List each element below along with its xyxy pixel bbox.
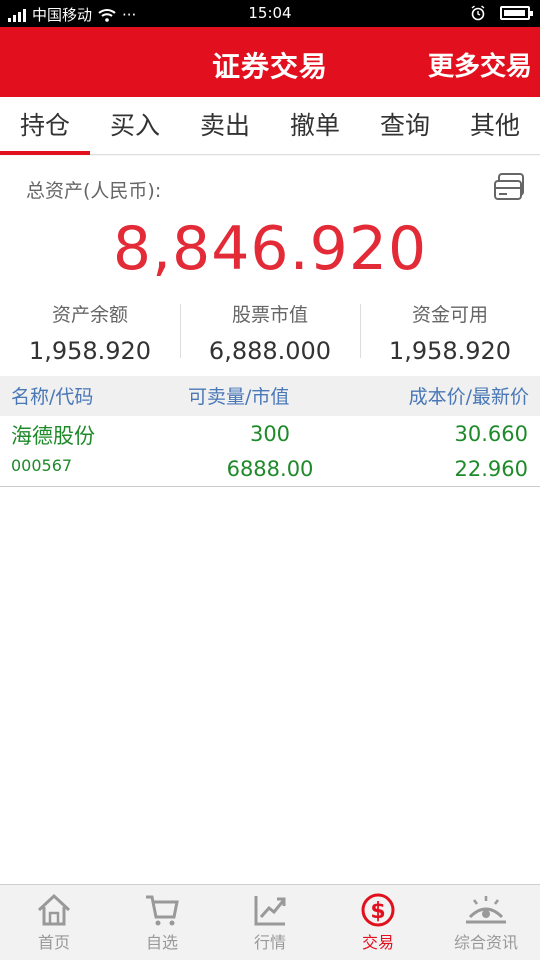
stock-market-value: 股票市值 6,888.000 (180, 298, 360, 368)
dollar-icon: $ (361, 893, 395, 927)
table-row[interactable]: 海德股份 000567 300 6888.00 30.660 22.960 (0, 416, 540, 487)
nav-news[interactable]: 综合资讯 (432, 885, 540, 960)
nav-watchlist-label: 自选 (145, 933, 178, 952)
nav-market-label: 行情 (253, 933, 286, 952)
stock-name: 海德股份 (11, 424, 95, 448)
asset-balance: 资产余额 1,958.920 (0, 298, 180, 368)
alarm-icon (471, 5, 485, 21)
bank-card-icon[interactable] (493, 172, 525, 202)
status-bar: 中国移动 ··· 15:04 (0, 0, 540, 27)
chart-icon (254, 896, 286, 926)
clock: 15:04 (248, 4, 292, 22)
sellable-quantity: 300 (249, 422, 291, 446)
asset-balance-value: 1,958.920 (28, 337, 152, 365)
total-assets-label: 总资产(人民币): (26, 180, 162, 202)
latest-price: 22.960 (454, 457, 528, 481)
available-funds: 资金可用 1,958.920 (360, 298, 540, 368)
trade-tabs: 持仓 买入 卖出 撤单 查询 其他 (0, 97, 540, 155)
home-icon (37, 893, 71, 926)
nav-trade[interactable]: $ 交易 (324, 885, 432, 960)
column-sellable-value: 可卖量/市值 (188, 386, 290, 408)
tab-other[interactable]: 其他 (450, 97, 540, 154)
tab-query[interactable]: 查询 (360, 97, 450, 154)
empty-area (0, 487, 540, 884)
tab-sell[interactable]: 卖出 (180, 97, 270, 154)
tab-cancel[interactable]: 撤单 (270, 97, 360, 154)
app-header: 证券交易 更多交易 (0, 27, 540, 97)
stock-market-value-label: 股票市值 (231, 304, 308, 326)
nav-watchlist[interactable]: 自选 (108, 885, 216, 960)
asset-breakdown: 资产余额 1,958.920 股票市值 6,888.000 资金可用 1,958… (0, 298, 540, 368)
nav-home[interactable]: 首页 (0, 885, 108, 960)
tab-buy[interactable]: 买入 (90, 97, 180, 154)
more-trades-button[interactable]: 更多交易 (428, 46, 532, 83)
column-name-code: 名称/代码 (11, 386, 94, 408)
holding-market-value: 6888.00 (226, 457, 314, 481)
eye-icon (466, 896, 506, 924)
nav-market[interactable]: 行情 (216, 885, 324, 960)
stock-market-value-amount: 6,888.000 (208, 337, 332, 365)
available-funds-value: 1,958.920 (388, 337, 512, 365)
stock-code: 000567 (11, 456, 73, 475)
available-funds-label: 资金可用 (411, 304, 488, 326)
nav-news-label: 综合资讯 (453, 933, 518, 952)
tab-holdings[interactable]: 持仓 (0, 97, 90, 155)
asset-balance-label: 资产余额 (51, 304, 128, 326)
status-right (470, 5, 533, 21)
holdings-table-header: 名称/代码 可卖量/市值 成本价/最新价 (0, 376, 540, 416)
battery-icon (500, 6, 533, 20)
nav-home-label: 首页 (37, 933, 70, 952)
svg-text:$: $ (370, 899, 385, 924)
total-assets-value: 8,846.920 (112, 214, 428, 284)
cart-icon (146, 895, 179, 926)
column-cost-latest: 成本价/最新价 (408, 386, 529, 408)
cost-price: 30.660 (454, 422, 528, 446)
asset-summary: 总资产(人民币): 8,846.920 资产余额 1,958.920 股票市值 … (0, 156, 540, 376)
nav-trade-label: 交易 (361, 933, 394, 952)
bottom-nav: 首页 自选 行情 $ 交易 综合资讯 (0, 884, 540, 960)
